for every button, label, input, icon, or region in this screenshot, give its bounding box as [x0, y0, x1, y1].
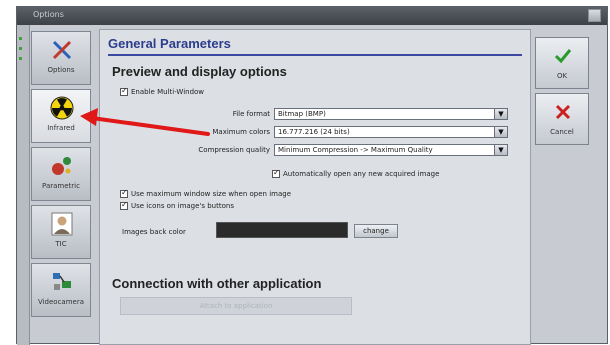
change-color-button[interactable]: change — [354, 224, 398, 238]
parametric-icon — [52, 157, 71, 175]
attach-application-button[interactable]: Attach to application — [120, 297, 352, 315]
use-max-window-label: Use maximum window size when open image — [131, 190, 292, 198]
title-bar: Options — [17, 7, 607, 25]
sidebar-item-label: Options — [47, 66, 75, 74]
file-format-label: File format — [232, 110, 270, 118]
portrait-icon — [51, 212, 73, 236]
file-format-select[interactable]: Bitmap (BMP) ▼ — [274, 108, 508, 120]
sidebar-item-infrared[interactable]: Infrared — [31, 89, 91, 143]
chevron-down-icon[interactable]: ▼ — [494, 109, 507, 119]
file-format-value: Bitmap (BMP) — [278, 110, 326, 118]
options-window: Options Options Infrared Parametric TIC … — [16, 6, 608, 345]
max-colors-value: 16.777.216 (24 bits) — [278, 128, 350, 136]
auto-open-checkbox[interactable] — [272, 168, 280, 178]
ok-label: OK — [556, 72, 568, 80]
status-dot — [19, 57, 22, 60]
title-divider — [108, 54, 522, 56]
status-dot — [19, 37, 22, 40]
sidebar-item-label: Parametric — [42, 182, 80, 190]
auto-open-row[interactable]: Automatically open any new acquired imag… — [272, 168, 440, 178]
videocamera-icon — [53, 273, 71, 290]
max-colors-select[interactable]: 16.777.216 (24 bits) ▼ — [274, 126, 508, 138]
use-icons-label: Use icons on image's buttons — [131, 202, 234, 210]
compression-value: Minimum Compression -> Maximum Quality — [278, 146, 433, 154]
window-title: Options — [33, 10, 64, 19]
sidebar: Options Infrared Parametric TIC Videocam… — [29, 29, 95, 329]
sidebar-item-videocamera[interactable]: Videocamera — [31, 263, 91, 317]
connection-heading: Connection with other application — [112, 276, 322, 291]
cancel-label: Cancel — [550, 128, 574, 136]
back-color-swatch[interactable] — [216, 222, 348, 238]
preview-heading: Preview and display options — [112, 64, 287, 79]
close-icon — [555, 104, 571, 120]
chevron-down-icon[interactable]: ▼ — [494, 145, 507, 155]
ok-button[interactable]: OK — [535, 37, 589, 89]
tools-icon — [52, 40, 72, 60]
enable-multi-window-row[interactable]: Enable Multi-Window — [120, 86, 205, 96]
compression-label: Compression quality — [198, 146, 270, 154]
cancel-button[interactable]: Cancel — [535, 93, 589, 145]
enable-multi-window-label: Enable Multi-Window — [131, 88, 205, 96]
sidebar-item-label: Infrared — [47, 124, 75, 132]
status-dot — [19, 47, 22, 50]
compression-select[interactable]: Minimum Compression -> Maximum Quality ▼ — [274, 144, 508, 156]
back-color-label: Images back color — [122, 228, 186, 236]
use-max-window-row[interactable]: Use maximum window size when open image — [120, 188, 292, 198]
use-max-window-checkbox[interactable] — [120, 188, 128, 198]
sidebar-item-parametric[interactable]: Parametric — [31, 147, 91, 201]
sidebar-item-tic[interactable]: TIC — [31, 205, 91, 259]
chevron-down-icon[interactable]: ▼ — [494, 127, 507, 137]
check-icon — [554, 49, 572, 64]
sidebar-item-label: Videocamera — [37, 298, 85, 306]
auto-open-label: Automatically open any new acquired imag… — [283, 170, 440, 178]
panel-title: General Parameters — [108, 36, 231, 51]
enable-multi-window-checkbox[interactable] — [120, 86, 128, 96]
sidebar-item-label: TIC — [55, 240, 67, 248]
use-icons-checkbox[interactable] — [120, 200, 128, 210]
window-menu-button[interactable] — [588, 9, 601, 22]
use-icons-row[interactable]: Use icons on image's buttons — [120, 200, 234, 210]
radiation-icon — [50, 96, 74, 120]
max-colors-label: Maximum colors — [212, 128, 270, 136]
settings-panel: General Parameters Preview and display o… — [99, 29, 531, 345]
sidebar-item-options[interactable]: Options — [31, 31, 91, 85]
